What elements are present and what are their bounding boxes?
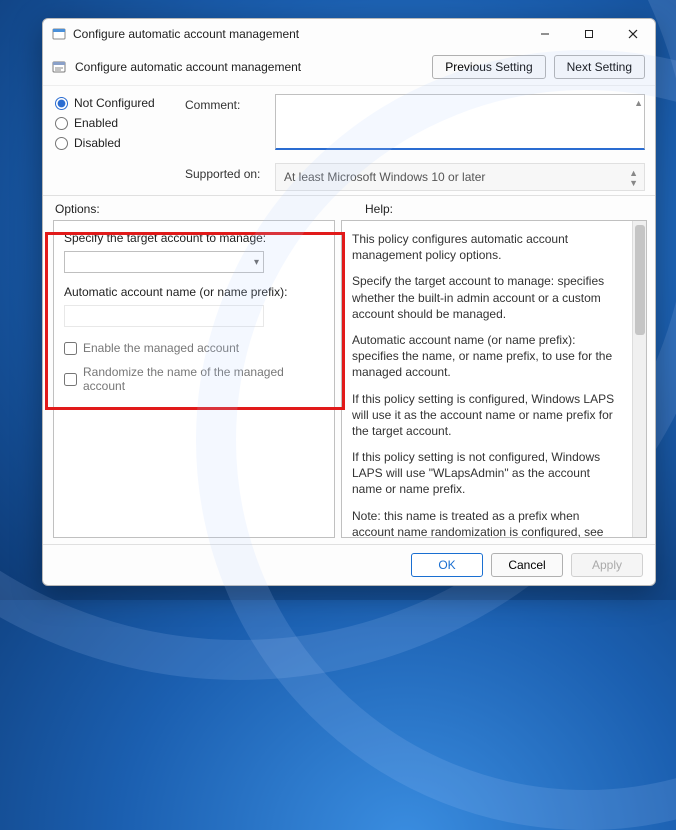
help-scrollbar-thumb[interactable] — [635, 225, 645, 335]
columns-body: Specify the target account to manage: ▾ … — [43, 218, 655, 544]
radio-enabled[interactable]: Enabled — [55, 116, 185, 130]
target-account-combo[interactable]: ▾ — [64, 251, 264, 273]
close-button[interactable] — [611, 19, 655, 49]
enable-managed-label: Enable the managed account — [83, 341, 239, 355]
target-account-label: Specify the target account to manage: — [64, 231, 324, 245]
randomize-name-label: Randomize the name of the managed accoun… — [83, 365, 324, 393]
apply-button: Apply — [571, 553, 643, 577]
account-name-input[interactable] — [64, 305, 264, 327]
window-controls — [523, 19, 655, 49]
help-p3: Automatic account name (or name prefix):… — [352, 332, 622, 381]
randomize-name-checkbox[interactable]: Randomize the name of the managed accoun… — [64, 365, 324, 393]
supported-on-label: Supported on: — [185, 157, 275, 191]
comment-textarea[interactable] — [275, 94, 645, 150]
dialog-footer: OK Cancel Apply — [43, 544, 655, 585]
minimize-button[interactable] — [523, 19, 567, 49]
help-p5: If this policy setting is not configured… — [352, 449, 622, 498]
help-p4: If this policy setting is configured, Wi… — [352, 391, 622, 440]
help-panel: This policy configures automatic account… — [341, 220, 647, 538]
radio-enabled-input[interactable] — [55, 117, 68, 130]
randomize-name-input[interactable] — [64, 373, 77, 386]
policy-header: Configure automatic account management P… — [43, 49, 655, 86]
ok-button[interactable]: OK — [411, 553, 483, 577]
supported-on-text: At least Microsoft Windows 10 or later — [284, 170, 485, 184]
supported-on-value: At least Microsoft Windows 10 or later ▲… — [275, 163, 645, 191]
policy-icon — [51, 59, 67, 75]
policy-name: Configure automatic account management — [75, 60, 424, 74]
columns-header: Options: Help: — [43, 196, 655, 218]
next-setting-button[interactable]: Next Setting — [554, 55, 645, 79]
dialog-window: Configure automatic account management C… — [42, 18, 656, 586]
help-p6: Note: this name is treated as a prefix w… — [352, 508, 622, 538]
radio-disabled-label: Disabled — [74, 136, 121, 150]
state-area: Not Configured Enabled Disabled Comment:… — [43, 86, 655, 196]
radio-enabled-label: Enabled — [74, 116, 118, 130]
radio-not-configured-input[interactable] — [55, 97, 68, 110]
radio-not-configured-label: Not Configured — [74, 96, 155, 110]
help-scrollbar[interactable] — [632, 221, 646, 537]
comment-label: Comment: — [185, 94, 275, 153]
options-panel: Specify the target account to manage: ▾ … — [53, 220, 335, 538]
cancel-button[interactable]: Cancel — [491, 553, 563, 577]
account-name-label: Automatic account name (or name prefix): — [64, 285, 324, 299]
help-p2: Specify the target account to manage: sp… — [352, 273, 622, 322]
enable-managed-input[interactable] — [64, 342, 77, 355]
comment-spin-icon[interactable]: ▲ — [634, 98, 643, 108]
radio-disabled-input[interactable] — [55, 137, 68, 150]
help-p1: This policy configures automatic account… — [352, 231, 622, 263]
title-bar: Configure automatic account management — [43, 19, 655, 49]
window-title: Configure automatic account management — [73, 27, 523, 41]
options-header: Options: — [55, 202, 337, 216]
radio-disabled[interactable]: Disabled — [55, 136, 185, 150]
enable-managed-checkbox[interactable]: Enable the managed account — [64, 341, 324, 355]
app-icon — [51, 26, 67, 42]
chevron-down-icon: ▾ — [254, 257, 259, 268]
previous-setting-button[interactable]: Previous Setting — [432, 55, 545, 79]
radio-not-configured[interactable]: Not Configured — [55, 96, 185, 110]
supported-spin-icon[interactable]: ▲▼ — [629, 168, 638, 188]
help-header: Help: — [365, 202, 393, 216]
maximize-button[interactable] — [567, 19, 611, 49]
